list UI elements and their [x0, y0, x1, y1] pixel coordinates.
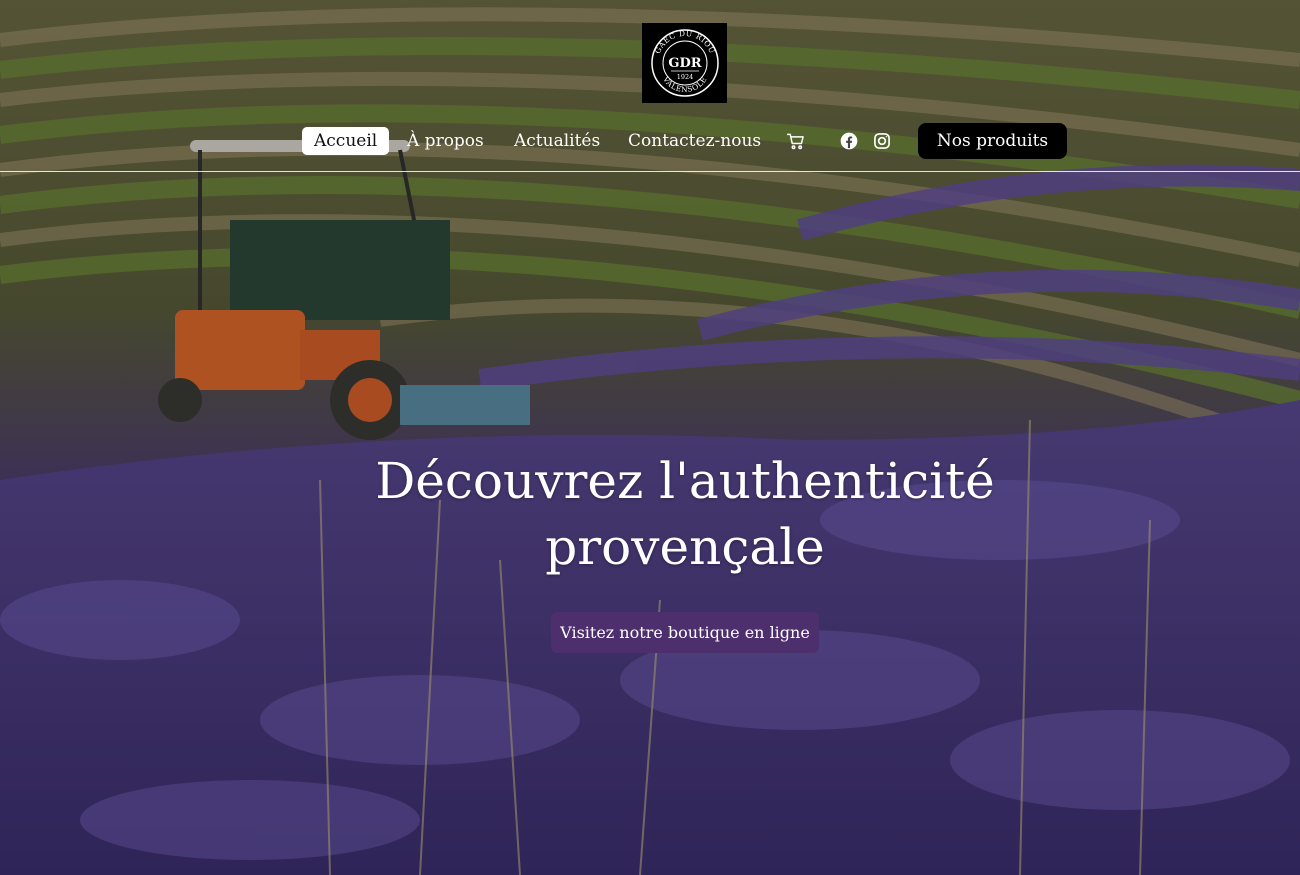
hero-headline-line1: Découvrez l'authenticité: [375, 452, 995, 510]
shop-online-button[interactable]: Visitez notre boutique en ligne: [551, 612, 819, 653]
hero-headline-line2: provençale: [545, 518, 825, 576]
logo-ring-top: GAEC DU RIOU: [652, 29, 716, 55]
hero-headline: Découvrez l'authenticité provençale: [300, 448, 1070, 580]
nav-item-actualites[interactable]: Actualités: [514, 127, 600, 155]
logo-monogram: GDR: [668, 56, 701, 71]
nav-item-accueil[interactable]: Accueil: [302, 127, 390, 155]
hero-section: GAEC DU RIOU VALENSOLE GDR 1924 Accueil …: [0, 0, 1300, 875]
svg-text:GAEC DU RIOU: GAEC DU RIOU: [652, 29, 716, 55]
logo-emblem: GAEC DU RIOU VALENSOLE GDR 1924: [650, 29, 719, 97]
header-divider: [0, 171, 1300, 172]
logo-year: 1924: [676, 73, 693, 81]
nav-item-a-propos[interactable]: À propos: [407, 127, 484, 155]
site-logo[interactable]: GAEC DU RIOU VALENSOLE GDR 1924: [642, 23, 727, 103]
cart-icon[interactable]: [785, 130, 807, 152]
instagram-icon[interactable]: [871, 130, 893, 152]
nav-item-contactez-nous[interactable]: Contactez-nous: [628, 127, 761, 155]
nos-produits-button[interactable]: Nos produits: [918, 123, 1067, 159]
facebook-icon[interactable]: [838, 130, 860, 152]
